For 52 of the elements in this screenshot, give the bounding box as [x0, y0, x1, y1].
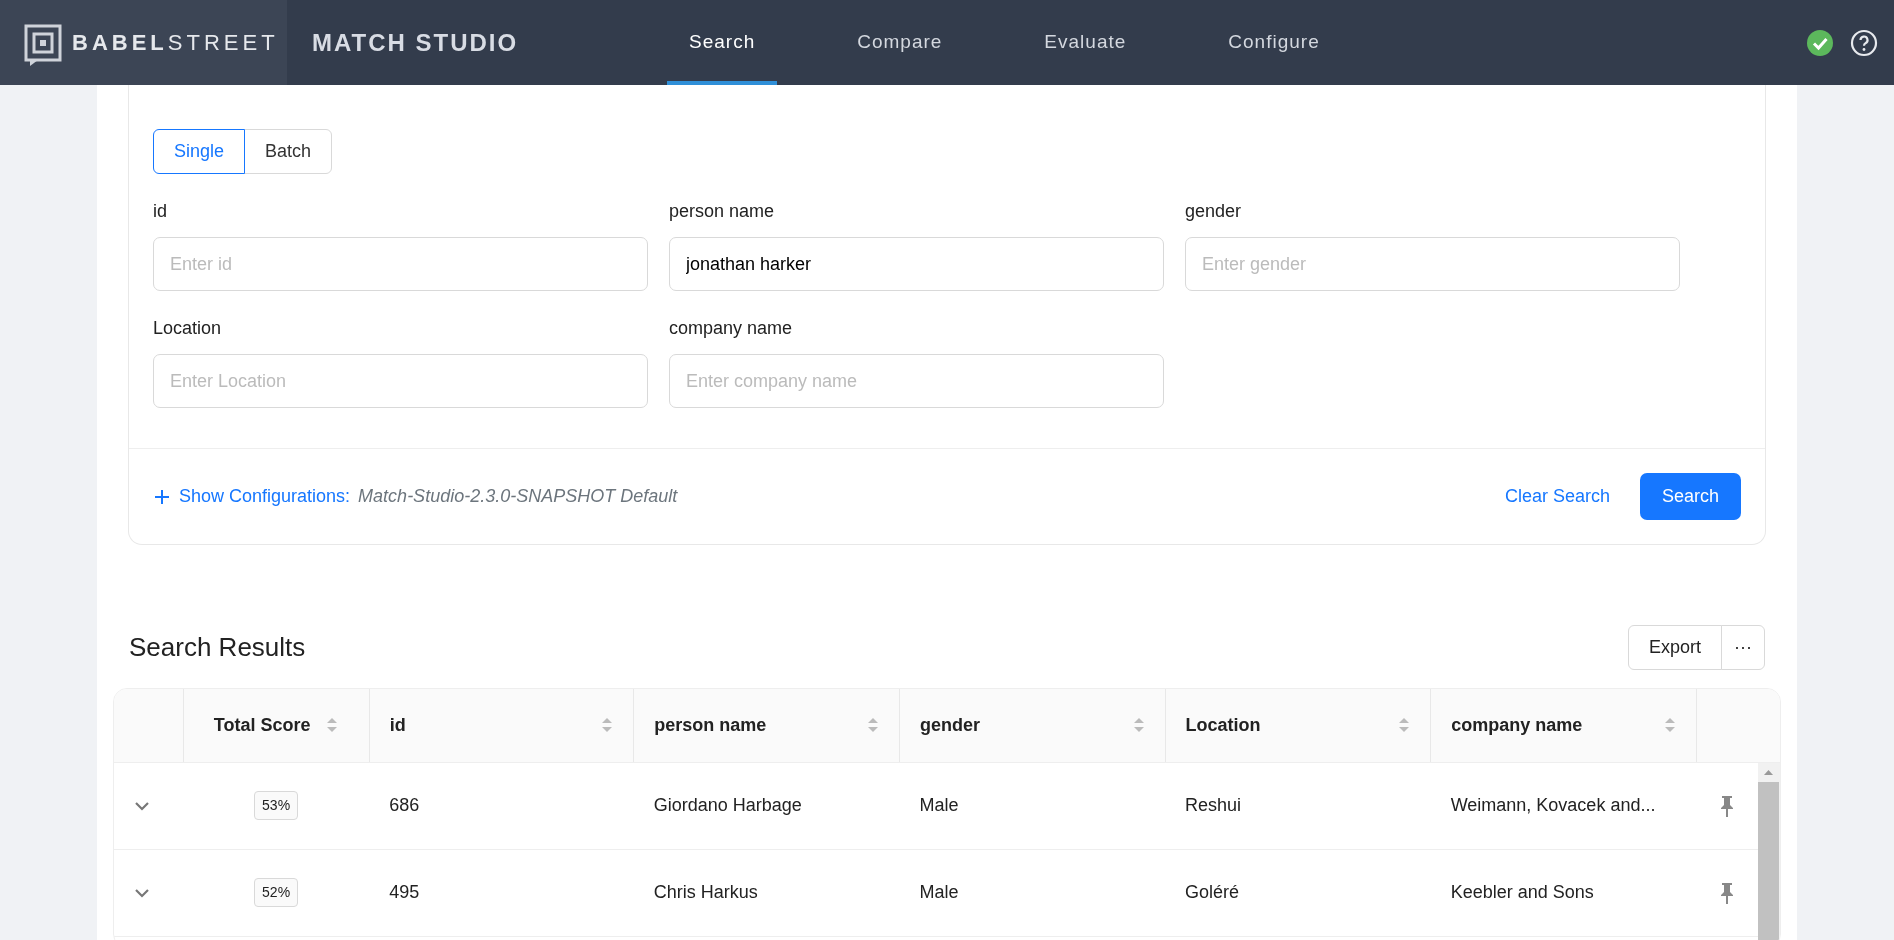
field-label: gender — [1185, 200, 1243, 223]
column-header[interactable]: gender — [919, 711, 980, 739]
input-field[interactable]: Enter company name — [669, 354, 1164, 408]
nav-tab[interactable]: Configure — [1206, 0, 1342, 85]
input-field[interactable]: Enter id — [153, 237, 648, 291]
plus-icon[interactable] — [153, 487, 171, 506]
table-cell: Male — [899, 849, 1165, 936]
field-label: person name — [669, 200, 776, 223]
table-cell: Goléré — [1165, 849, 1431, 936]
input-field[interactable]: jonathan harker — [669, 237, 1164, 291]
help-icon[interactable] — [1850, 28, 1878, 57]
nav-tab[interactable]: Compare — [835, 0, 965, 85]
field-label: Location — [153, 317, 223, 340]
input-field[interactable]: Enter Location — [153, 354, 648, 408]
table-cell: Giordano Harbage — [633, 762, 900, 849]
table-cell: Male — [899, 762, 1165, 849]
table-cell: Reshui — [1165, 762, 1431, 849]
sort-icon[interactable] — [1398, 717, 1411, 734]
chevron-down-icon[interactable] — [134, 887, 150, 900]
column-header[interactable]: person name — [654, 711, 767, 739]
table-cell: Keebler and Sons — [1430, 849, 1697, 936]
sort-icon[interactable] — [866, 717, 879, 734]
mode-tab[interactable]: Single — [153, 129, 246, 174]
config-name: Match-Studio-2.3.0-SNAPSHOT Default — [358, 485, 678, 508]
results-title: Search Results — [129, 631, 306, 664]
config-link[interactable]: Show Configurations: — [179, 483, 351, 510]
sort-icon[interactable] — [1663, 717, 1676, 734]
score-badge: 52% — [254, 878, 299, 907]
sort-icon[interactable] — [601, 717, 614, 734]
column-header[interactable]: id — [389, 711, 406, 739]
app-title: MATCH STUDIO — [311, 27, 520, 58]
check-circle-icon — [1806, 28, 1834, 57]
more-button[interactable]: ··· — [1721, 625, 1765, 670]
sort-icon[interactable] — [1132, 717, 1145, 734]
table-cell: 495 — [369, 849, 634, 936]
input-field[interactable]: Enter gender — [1185, 237, 1680, 291]
field-label: company name — [669, 317, 794, 340]
chevron-down-icon[interactable] — [134, 800, 150, 813]
table-cell: Weimann, Kovacek and... — [1430, 762, 1697, 849]
clear-search-button[interactable]: Clear Search — [1498, 482, 1616, 511]
search-button[interactable]: Search — [1639, 473, 1741, 520]
export-button[interactable]: Export — [1628, 625, 1722, 670]
nav-tab[interactable]: Evaluate — [1022, 0, 1149, 85]
field-label: id — [153, 200, 168, 223]
table-cell: 686 — [369, 762, 634, 849]
table-cell: Chris Harkus — [633, 849, 900, 936]
score-badge: 53% — [254, 791, 299, 820]
sort-icon[interactable] — [326, 717, 339, 734]
column-header[interactable]: Location — [1185, 711, 1261, 739]
mode-tab[interactable]: Batch — [244, 129, 333, 174]
logo-text: BABEL STREET — [72, 29, 279, 57]
column-header[interactable]: company name — [1451, 711, 1583, 739]
